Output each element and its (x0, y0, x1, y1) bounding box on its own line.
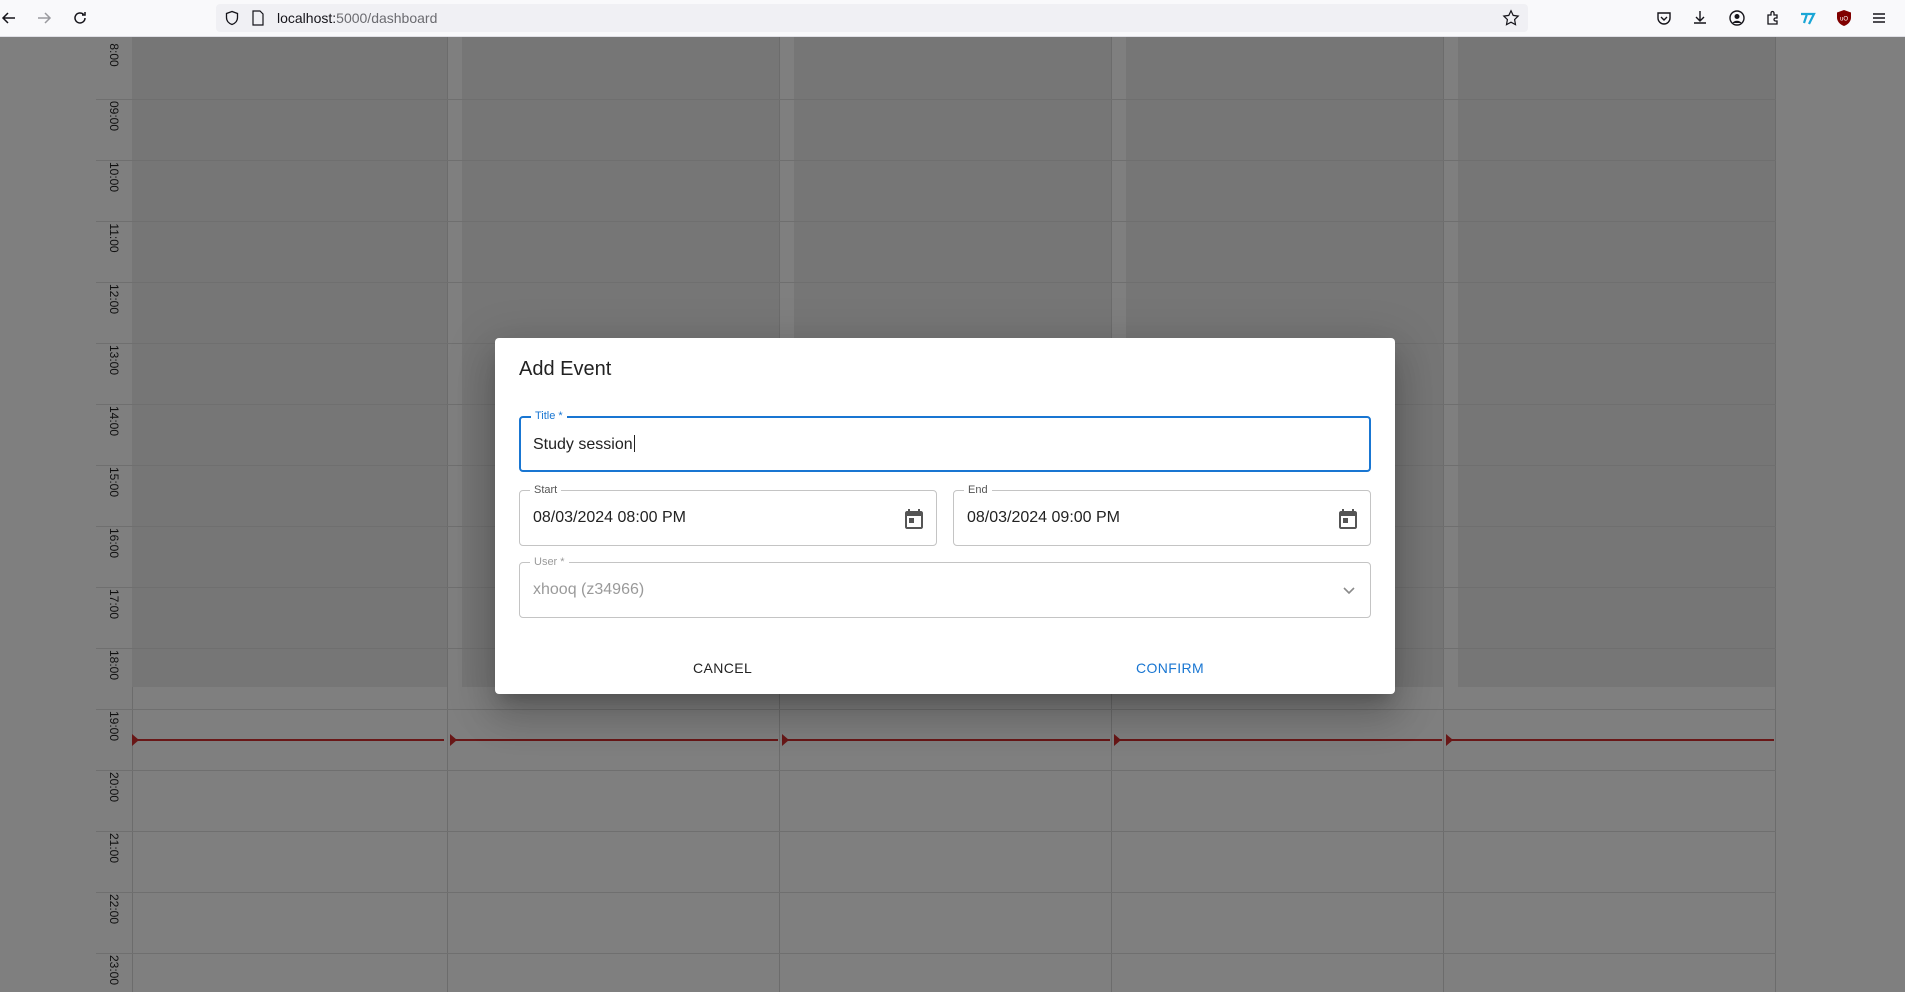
pocket-icon[interactable] (1654, 8, 1674, 28)
chevron-down-icon[interactable] (1340, 581, 1358, 599)
start-field[interactable]: Start 08/03/2024 08:00 PM (519, 483, 937, 546)
user-field-label: User * (530, 555, 569, 569)
browser-toolbar: localhost:5000/dashboard uO (0, 0, 1905, 37)
title-field-label: Title * (531, 409, 567, 423)
extensions-icon[interactable] (1763, 8, 1783, 28)
end-input[interactable]: 08/03/2024 09:00 PM (967, 509, 1120, 527)
calendar-icon[interactable] (902, 507, 926, 531)
account-icon[interactable] (1727, 8, 1747, 28)
shield-icon[interactable] (224, 10, 240, 26)
end-field[interactable]: End 08/03/2024 09:00 PM (953, 483, 1371, 546)
svg-text:uO: uO (1840, 17, 1848, 23)
confirm-button[interactable]: CONFIRM (1128, 654, 1212, 682)
dialog-title: Add Event (519, 358, 612, 380)
url-bar[interactable]: localhost:5000/dashboard (216, 4, 1528, 32)
user-select[interactable]: User * xhooq (z34966) (519, 555, 1371, 618)
start-field-label: Start (530, 483, 562, 497)
back-icon[interactable] (0, 6, 21, 30)
url-text[interactable]: localhost:5000/dashboard (277, 10, 437, 26)
star-icon[interactable] (1502, 9, 1520, 27)
reload-icon[interactable] (68, 6, 92, 30)
extension-icon[interactable] (1798, 8, 1818, 28)
title-field[interactable]: Title * Study session (519, 409, 1371, 472)
title-input[interactable]: Study session (533, 435, 635, 454)
calendar-icon[interactable] (1336, 507, 1360, 531)
cancel-button[interactable]: CANCEL (685, 654, 760, 682)
add-event-dialog: Add Event Title * Study session Start 08… (495, 338, 1395, 694)
end-field-label: End (964, 483, 992, 497)
download-icon[interactable] (1690, 8, 1710, 28)
page-icon (252, 10, 264, 26)
start-input[interactable]: 08/03/2024 08:00 PM (533, 509, 686, 527)
ublock-icon[interactable]: uO (1834, 8, 1854, 28)
text-caret (633, 435, 635, 452)
title-input-value: Study session (533, 436, 633, 453)
menu-icon[interactable] (1869, 8, 1889, 28)
forward-icon[interactable] (32, 6, 56, 30)
user-select-value: xhooq (z34966) (533, 581, 645, 598)
